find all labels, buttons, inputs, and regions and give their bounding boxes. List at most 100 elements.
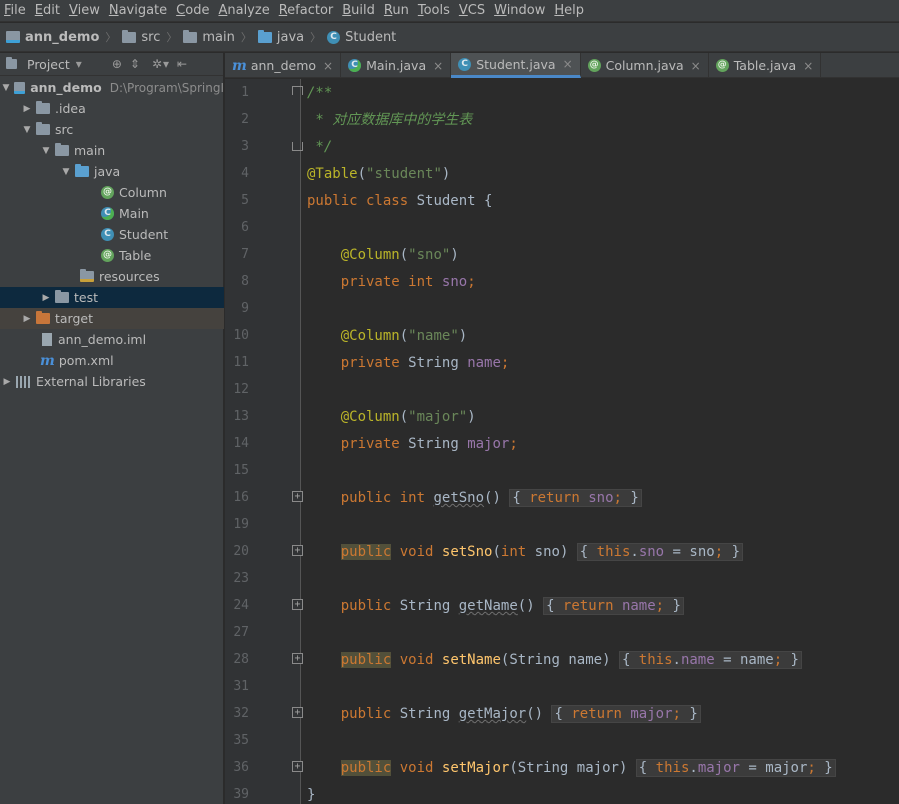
- tab-column-java[interactable]: @ Column.java ×: [581, 53, 709, 78]
- folder-icon: [183, 29, 198, 43]
- tree-item-table[interactable]: @ Table: [0, 245, 224, 266]
- code-editor[interactable]: 1 2 3 4 5 6 7 8 9 10 11 12 13 14 15 16 1…: [225, 79, 899, 804]
- close-icon[interactable]: ×: [691, 59, 701, 73]
- code-line: public void setMajor(String major) { thi…: [307, 758, 836, 778]
- menu-tools[interactable]: Tools: [418, 3, 450, 18]
- excluded-folder-icon: [36, 311, 50, 324]
- menu-edit[interactable]: Edit: [35, 3, 60, 18]
- line-number: 11: [233, 355, 249, 370]
- tree-item-pom[interactable]: m pom.xml: [0, 350, 224, 371]
- close-icon[interactable]: ×: [433, 59, 443, 73]
- expand-arrow-icon[interactable]: ▼: [22, 125, 32, 135]
- tree-item-ann-demo[interactable]: ▼ ann_demo D:\Program\SpringI: [0, 77, 224, 98]
- tab-ann-demo[interactable]: m ann_demo ×: [225, 53, 342, 78]
- tree-item-column[interactable]: @ Column: [0, 182, 224, 203]
- annotation-icon: @: [715, 59, 729, 72]
- line-number: 16: [233, 490, 249, 505]
- breadcrumb-project[interactable]: ann_demo 〉: [6, 29, 122, 45]
- close-icon[interactable]: ×: [803, 59, 813, 73]
- menu-code[interactable]: Code: [176, 3, 209, 18]
- code-line: public String getMajor() { return major;…: [307, 704, 701, 724]
- tab-table-java[interactable]: @ Table.java ×: [709, 53, 822, 78]
- menu-analyze[interactable]: Analyze: [218, 3, 269, 18]
- menu-navigate[interactable]: Navigate: [109, 3, 167, 18]
- code-line: public class Student {: [307, 193, 493, 209]
- expand-arrow-icon[interactable]: ▼: [2, 83, 10, 93]
- code-line: public void setSno(int sno) { this.sno =…: [307, 542, 743, 562]
- close-icon[interactable]: ×: [323, 59, 333, 73]
- line-number: 14: [233, 436, 249, 451]
- breadcrumb-main[interactable]: main 〉: [183, 29, 257, 45]
- tree-item-student[interactable]: C Student: [0, 224, 224, 245]
- code-line: @Column("sno"): [340, 247, 459, 263]
- folded-code-block[interactable]: { this.major = major; }: [635, 759, 836, 777]
- expand-arrow-icon[interactable]: ▼: [41, 146, 51, 156]
- breadcrumb-src[interactable]: src 〉: [122, 29, 183, 45]
- tree-item-src[interactable]: ▼ src: [0, 119, 224, 140]
- close-icon[interactable]: ×: [563, 57, 573, 71]
- tree-item-target[interactable]: ▶ target: [0, 308, 224, 329]
- folder-icon: [36, 101, 50, 114]
- expand-fold-icon[interactable]: +: [292, 491, 303, 502]
- editor-tabs: m ann_demo × C Main.java × C Student.jav…: [225, 53, 899, 78]
- menu-window[interactable]: Window: [494, 3, 545, 18]
- code-line: public String getName() { return name; }: [307, 596, 684, 616]
- tab-main-java[interactable]: C Main.java ×: [341, 53, 452, 78]
- tree-item-test[interactable]: ▶ test: [0, 287, 224, 308]
- collapse-arrow-icon[interactable]: ▶: [2, 377, 12, 387]
- tree-item-external-libraries[interactable]: ▶ External Libraries: [0, 371, 224, 392]
- expand-fold-icon[interactable]: +: [292, 599, 303, 610]
- menu-build[interactable]: Build: [342, 3, 375, 18]
- expand-fold-icon[interactable]: +: [292, 653, 303, 664]
- module-icon: [6, 31, 20, 43]
- folded-code-block[interactable]: { return major; }: [551, 705, 701, 723]
- folder-icon: [55, 143, 69, 156]
- folded-code-block[interactable]: { this.name = name; }: [618, 651, 802, 669]
- line-number: 19: [233, 517, 249, 532]
- tree-item-iml[interactable]: ann_demo.iml: [0, 329, 224, 350]
- expand-fold-icon[interactable]: +: [292, 707, 303, 718]
- breadcrumb-student[interactable]: C Student: [327, 30, 396, 45]
- project-view-selector[interactable]: Project: [27, 57, 70, 72]
- collapse-arrow-icon[interactable]: ▶: [22, 104, 32, 114]
- folder-icon: [36, 122, 50, 135]
- expand-arrow-icon[interactable]: ▼: [61, 167, 71, 177]
- tree-item-java[interactable]: ▼ java: [0, 161, 224, 182]
- gear-icon[interactable]: ✲: [152, 57, 162, 71]
- tree-item-idea[interactable]: ▶ .idea: [0, 98, 224, 119]
- fold-marker-icon[interactable]: [292, 142, 303, 151]
- expand-fold-icon[interactable]: +: [292, 545, 303, 556]
- chevron-down-icon[interactable]: ▾: [76, 57, 82, 71]
- chevron-down-icon[interactable]: ▾: [163, 57, 169, 71]
- menu-vcs[interactable]: VCS: [459, 3, 485, 18]
- menu-file[interactable]: File: [4, 3, 26, 18]
- menu-view[interactable]: View: [69, 3, 100, 18]
- code-line: @Column("name"): [340, 328, 468, 344]
- line-number-gutter[interactable]: 1 2 3 4 5 6 7 8 9 10 11 12 13 14 15 16 1…: [225, 79, 303, 804]
- hide-panel-icon[interactable]: ⇤: [177, 57, 187, 71]
- collapse-arrow-icon[interactable]: ▶: [41, 293, 51, 303]
- tree-item-main[interactable]: ▼ main: [0, 140, 224, 161]
- line-number: 8: [241, 274, 249, 289]
- folded-code-block[interactable]: { return sno; }: [509, 489, 642, 507]
- folded-code-block[interactable]: { this.sno = sno; }: [576, 543, 743, 561]
- collapse-all-icon[interactable]: ⇕: [130, 57, 140, 71]
- library-icon: [16, 375, 31, 388]
- code-line: */: [307, 139, 333, 155]
- maven-icon: m: [40, 352, 55, 369]
- line-number: 7: [241, 247, 249, 262]
- resources-folder-icon: [80, 269, 94, 282]
- tree-item-main-class[interactable]: C Main: [0, 203, 224, 224]
- scroll-from-source-icon[interactable]: ⊕: [112, 57, 122, 71]
- tree-item-resources[interactable]: resources: [0, 266, 224, 287]
- collapse-arrow-icon[interactable]: ▶: [22, 314, 32, 324]
- breadcrumb-java[interactable]: java 〉: [257, 29, 327, 45]
- fold-marker-icon[interactable]: [292, 86, 303, 95]
- annotation-icon: @: [101, 186, 114, 199]
- menu-refactor[interactable]: Refactor: [279, 3, 334, 18]
- tab-student-java[interactable]: C Student.java ×: [451, 53, 581, 78]
- menu-run[interactable]: Run: [384, 3, 409, 18]
- expand-fold-icon[interactable]: +: [292, 761, 303, 772]
- folded-code-block[interactable]: { return name; }: [543, 597, 684, 615]
- menu-help[interactable]: Help: [554, 3, 584, 18]
